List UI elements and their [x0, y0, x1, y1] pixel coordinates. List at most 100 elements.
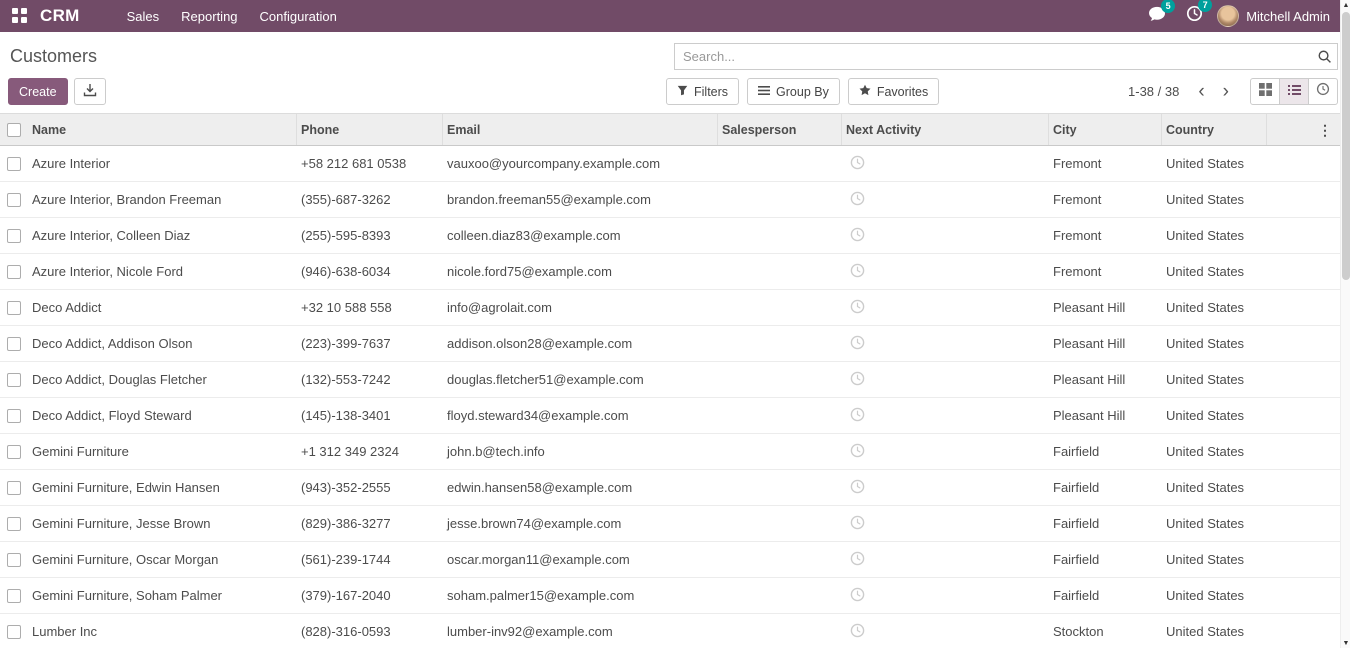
column-header-country[interactable]: Country: [1162, 114, 1267, 145]
menu-reporting[interactable]: Reporting: [170, 0, 248, 32]
next-activity-clock-icon[interactable]: [850, 227, 865, 242]
cell-city: Fairfield: [1049, 516, 1162, 531]
cell-country: United States: [1162, 264, 1267, 279]
view-switcher: [1250, 78, 1338, 105]
favorites-button[interactable]: Favorites: [848, 78, 939, 105]
cell-next-activity: [842, 407, 1049, 425]
cell-phone: +32 10 588 558: [297, 300, 443, 315]
row-checkbox[interactable]: [7, 517, 21, 531]
cell-city: Fairfield: [1049, 552, 1162, 567]
next-activity-clock-icon[interactable]: [850, 587, 865, 602]
kanban-view-button[interactable]: [1250, 78, 1280, 105]
create-button[interactable]: Create: [8, 78, 68, 105]
row-checkbox[interactable]: [7, 589, 21, 603]
row-checkbox[interactable]: [7, 265, 21, 279]
row-checkbox[interactable]: [7, 193, 21, 207]
cell-city: Fremont: [1049, 156, 1162, 171]
next-activity-clock-icon[interactable]: [850, 335, 865, 350]
next-activity-clock-icon[interactable]: [850, 623, 865, 638]
table-row[interactable]: Gemini Furniture +1 312 349 2324 john.b@…: [0, 434, 1340, 470]
activity-view-button[interactable]: [1308, 78, 1338, 105]
row-checkbox[interactable]: [7, 481, 21, 495]
next-activity-clock-icon[interactable]: [850, 443, 865, 458]
messages-button[interactable]: 5: [1148, 6, 1166, 27]
menu-sales[interactable]: Sales: [116, 0, 171, 32]
list-view-button[interactable]: [1279, 78, 1309, 105]
app-title[interactable]: CRM: [40, 6, 80, 26]
cell-phone: (132)-553-7242: [297, 372, 443, 387]
table-row[interactable]: Azure Interior, Nicole Ford (946)-638-60…: [0, 254, 1340, 290]
next-activity-clock-icon[interactable]: [850, 407, 865, 422]
table-row[interactable]: Azure Interior +58 212 681 0538 vauxoo@y…: [0, 146, 1340, 182]
cell-phone: (145)-138-3401: [297, 408, 443, 423]
scrollbar-down-arrow[interactable]: ▼: [1341, 638, 1350, 648]
pager-next-button[interactable]: ›: [1214, 82, 1238, 102]
select-all-checkbox[interactable]: [7, 123, 21, 137]
row-checkbox[interactable]: [7, 553, 21, 567]
vertical-scrollbar[interactable]: ▲ ▼: [1340, 0, 1350, 648]
table-row[interactable]: Deco Addict +32 10 588 558 info@agrolait…: [0, 290, 1340, 326]
cell-country: United States: [1162, 552, 1267, 567]
table-row[interactable]: Gemini Furniture, Jesse Brown (829)-386-…: [0, 506, 1340, 542]
next-activity-clock-icon[interactable]: [850, 155, 865, 170]
next-activity-clock-icon[interactable]: [850, 515, 865, 530]
cell-email: lumber-inv92@example.com: [443, 624, 718, 639]
table-row[interactable]: Deco Addict, Floyd Steward (145)-138-340…: [0, 398, 1340, 434]
cell-next-activity: [842, 551, 1049, 569]
systray: 5 7: [1148, 5, 1203, 27]
cell-next-activity: [842, 155, 1049, 173]
cell-city: Pleasant Hill: [1049, 300, 1162, 315]
column-header-next-activity[interactable]: Next Activity: [842, 114, 1049, 145]
row-checkbox[interactable]: [7, 625, 21, 639]
column-header-email[interactable]: Email: [443, 114, 718, 145]
table-row[interactable]: Lumber Inc (828)-316-0593 lumber-inv92@e…: [0, 614, 1340, 648]
cell-country: United States: [1162, 516, 1267, 531]
next-activity-clock-icon[interactable]: [850, 263, 865, 278]
messages-badge: 5: [1161, 0, 1175, 13]
next-activity-clock-icon[interactable]: [850, 551, 865, 566]
apps-menu-icon[interactable]: [12, 8, 28, 24]
row-checkbox[interactable]: [7, 409, 21, 423]
row-checkbox[interactable]: [7, 157, 21, 171]
next-activity-clock-icon[interactable]: [850, 371, 865, 386]
row-checkbox[interactable]: [7, 445, 21, 459]
cell-email: addison.olson28@example.com: [443, 336, 718, 351]
row-checkbox[interactable]: [7, 373, 21, 387]
search-input[interactable]: [674, 43, 1338, 70]
group-by-button[interactable]: Group By: [747, 78, 840, 105]
column-header-name[interactable]: Name: [28, 114, 297, 145]
filters-label: Filters: [694, 85, 728, 99]
breadcrumb: Customers: [10, 46, 674, 67]
row-checkbox[interactable]: [7, 229, 21, 243]
table-row[interactable]: Gemini Furniture, Soham Palmer (379)-167…: [0, 578, 1340, 614]
table-row[interactable]: Azure Interior, Brandon Freeman (355)-68…: [0, 182, 1340, 218]
table-row[interactable]: Azure Interior, Colleen Diaz (255)-595-8…: [0, 218, 1340, 254]
scrollbar-thumb[interactable]: [1342, 12, 1350, 280]
table-row[interactable]: Deco Addict, Douglas Fletcher (132)-553-…: [0, 362, 1340, 398]
list-icon: [1288, 83, 1301, 101]
next-activity-clock-icon[interactable]: [850, 299, 865, 314]
column-header-city[interactable]: City: [1049, 114, 1162, 145]
column-header-salesperson[interactable]: Salesperson: [718, 114, 842, 145]
filters-button[interactable]: Filters: [666, 78, 739, 105]
row-checkbox[interactable]: [7, 301, 21, 315]
table-row[interactable]: Gemini Furniture, Oscar Morgan (561)-239…: [0, 542, 1340, 578]
search-icon[interactable]: [1317, 49, 1332, 69]
next-activity-clock-icon[interactable]: [850, 191, 865, 206]
column-header-phone[interactable]: Phone: [297, 114, 443, 145]
cell-country: United States: [1162, 444, 1267, 459]
next-activity-clock-icon[interactable]: [850, 479, 865, 494]
cell-name: Gemini Furniture: [28, 444, 297, 459]
menu-configuration[interactable]: Configuration: [249, 0, 348, 32]
cell-phone: (255)-595-8393: [297, 228, 443, 243]
user-menu[interactable]: Mitchell Admin: [1217, 5, 1330, 27]
pager-previous-button[interactable]: ‹: [1189, 82, 1213, 102]
table-row[interactable]: Deco Addict, Addison Olson (223)-399-763…: [0, 326, 1340, 362]
cell-email: nicole.ford75@example.com: [443, 264, 718, 279]
row-checkbox[interactable]: [7, 337, 21, 351]
export-button[interactable]: [74, 78, 106, 105]
activities-button[interactable]: 7: [1186, 5, 1203, 27]
scrollbar-up-arrow[interactable]: ▲: [1341, 0, 1350, 10]
table-row[interactable]: Gemini Furniture, Edwin Hansen (943)-352…: [0, 470, 1340, 506]
optional-columns-icon[interactable]: ⋮: [1318, 123, 1332, 137]
